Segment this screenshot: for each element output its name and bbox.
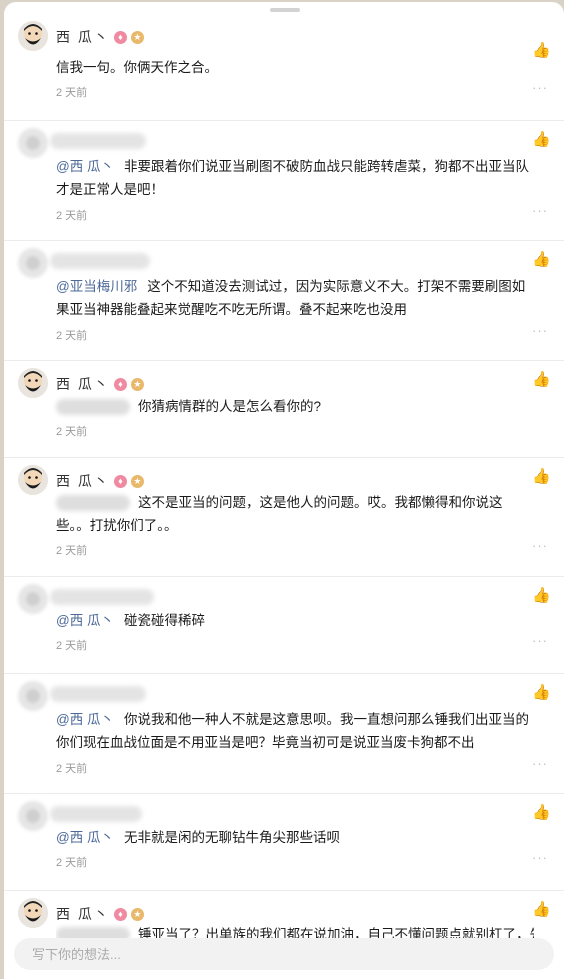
thumbs-up-icon[interactable]: 👍 — [532, 251, 551, 269]
author-name-redacted — [50, 806, 142, 822]
avatar-art-icon — [18, 368, 48, 398]
level-badge-icon: ♦ — [113, 474, 127, 488]
comment-item: 👍 @西 瓜丶 无非就是闲的无聊钻牛角尖那些话呗 2 天前 ··· — [4, 794, 564, 891]
more-dots-icon[interactable]: ··· — [532, 203, 548, 218]
author-name-redacted — [50, 589, 154, 605]
author-row: 西 瓜丶 ♦ ★ — [56, 27, 144, 47]
author-name[interactable]: 西 瓜丶 — [56, 374, 110, 394]
author-name-redacted — [50, 133, 146, 149]
comment-item: 👍 @西 瓜丶 非要跟着你们说亚当刷图不破防血战只能跨转虐菜，狗都不出亚当队才是正… — [4, 121, 564, 241]
more-dots-icon[interactable]: ··· — [532, 633, 548, 648]
more-dots-icon[interactable]: ··· — [532, 756, 548, 771]
mention-redacted — [56, 495, 130, 512]
thumbs-up-icon[interactable]: 👍 — [532, 42, 551, 60]
comment-time: 2 天前 — [56, 330, 88, 342]
comment-item: 👍 @亚当梅川邪 这个不知道没去测试过，因为实际意义不大。打架不需要刷图如果亚当神… — [4, 241, 564, 361]
comment-time: 2 天前 — [56, 640, 88, 652]
level-badge-icon: ♦ — [113, 907, 127, 921]
avatar-art-icon — [18, 465, 48, 495]
more-dots-icon[interactable]: ··· — [532, 538, 548, 553]
avatar[interactable] — [18, 584, 48, 614]
comment-body: 无非就是闲的无聊钻牛角尖那些话呗 — [123, 830, 340, 845]
comment-text: 这不是亚当的问题，这是他人的问题。哎。我都懒得和你说这些。。打扰你们了。。 — [56, 491, 534, 537]
avatar[interactable] — [18, 128, 48, 158]
avatar[interactable] — [18, 801, 48, 831]
comment-item: 👍 @西 瓜丶 你说我和他一种人不就是这意思呗。我一直想问那么锤我们出亚当的你们现… — [4, 674, 564, 794]
comment-time: 2 天前 — [56, 87, 88, 99]
mention-redacted — [56, 399, 130, 416]
level-badge-icon: ♦ — [113, 30, 127, 44]
comment-composer[interactable] — [14, 938, 554, 970]
medal-badge-icon: ★ — [130, 907, 144, 921]
author-row: 西 瓜丶 ♦ ★ — [56, 374, 144, 394]
comment-text: @西 瓜丶 碰瓷碰得稀碎 — [56, 609, 534, 632]
avatar[interactable] — [18, 465, 48, 495]
comment-item: 👍 @西 瓜丶 碰瓷碰得稀碎 2 天前 ··· — [4, 577, 564, 674]
avatar[interactable] — [18, 248, 48, 278]
thumbs-up-icon[interactable]: 👍 — [532, 901, 551, 919]
author-row: 西 瓜丶 ♦ ★ — [56, 471, 144, 491]
medal-badge-icon: ★ — [130, 474, 144, 488]
comment-list: 西 瓜丶 ♦ ★ 👍 信我一句。你俩天作之合。 2 天前 ··· 👍 @西 瓜丶… — [4, 14, 564, 971]
author-name[interactable]: 西 瓜丶 — [56, 904, 110, 924]
comment-text: @西 瓜丶 你说我和他一种人不就是这意思呗。我一直想问那么锤我们出亚当的你们现在血… — [56, 708, 534, 754]
comment-text: @西 瓜丶 非要跟着你们说亚当刷图不破防血战只能跨转虐菜，狗都不出亚当队才是正常人… — [56, 155, 534, 201]
comment-time: 2 天前 — [56, 857, 88, 869]
comment-item: 西 瓜丶 ♦ ★ 👍 这不是亚当的问题，这是他人的问题。哎。我都懒得和你说这些。… — [4, 458, 564, 577]
thumbs-up-icon[interactable]: 👍 — [532, 684, 551, 702]
thumbs-up-icon[interactable]: 👍 — [532, 371, 551, 389]
author-name-redacted — [50, 686, 146, 702]
medal-badge-icon: ★ — [130, 30, 144, 44]
comment-item: 西 瓜丶 ♦ ★ 👍 信我一句。你俩天作之合。 2 天前 ··· — [4, 14, 564, 121]
comment-time: 2 天前 — [56, 545, 88, 557]
medal-badge-icon: ★ — [130, 377, 144, 391]
avatar-art-icon — [18, 21, 48, 51]
comment-time: 2 天前 — [56, 426, 88, 438]
avatar[interactable] — [18, 368, 48, 398]
author-name[interactable]: 西 瓜丶 — [56, 471, 110, 491]
comment-time: 2 天前 — [56, 210, 88, 222]
comment-body: 非要跟着你们说亚当刷图不破防血战只能跨转虐菜，狗都不出亚当队才是正常人是吧！ — [56, 159, 529, 197]
comment-text: 你猜病情群的人是怎么看你的? — [56, 395, 534, 418]
avatar[interactable] — [18, 898, 48, 928]
more-dots-icon[interactable]: ··· — [532, 323, 548, 338]
thumbs-up-icon[interactable]: 👍 — [532, 804, 551, 822]
mention-link[interactable]: @西 瓜丶 — [56, 613, 114, 628]
comment-text: 信我一句。你俩天作之合。 — [56, 56, 534, 79]
comment-text: @西 瓜丶 无非就是闲的无聊钻牛角尖那些话呗 — [56, 826, 534, 849]
mention-link[interactable]: @西 瓜丶 — [56, 159, 114, 174]
level-badge-icon: ♦ — [113, 377, 127, 391]
avatar[interactable] — [18, 681, 48, 711]
mention-link[interactable]: @西 瓜丶 — [56, 712, 114, 727]
comment-time: 2 天前 — [56, 763, 88, 775]
comment-input[interactable] — [14, 938, 550, 970]
author-row: 西 瓜丶 ♦ ★ — [56, 904, 144, 924]
thumbs-up-icon[interactable]: 👍 — [532, 468, 551, 486]
comment-body: 信我一句。你俩天作之合。 — [56, 60, 218, 75]
thumbs-up-icon[interactable]: 👍 — [532, 587, 551, 605]
mention-link[interactable]: @西 瓜丶 — [56, 830, 114, 845]
author-name-redacted — [50, 253, 150, 269]
comment-body: 碰瓷碰得稀碎 — [123, 613, 205, 628]
drag-handle[interactable] — [270, 8, 300, 12]
comment-text: @亚当梅川邪 这个不知道没去测试过，因为实际意义不大。打架不需要刷图如果亚当神器能… — [56, 275, 534, 321]
author-name[interactable]: 西 瓜丶 — [56, 27, 110, 47]
avatar[interactable] — [18, 21, 48, 51]
avatar-art-icon — [18, 898, 48, 928]
comment-item: 西 瓜丶 ♦ ★ 👍 你猜病情群的人是怎么看你的? 2 天前 — [4, 361, 564, 458]
thumbs-up-icon[interactable]: 👍 — [532, 131, 551, 149]
comment-body: 你说我和他一种人不就是这意思呗。我一直想问那么锤我们出亚当的你们现在血战位面是不… — [56, 712, 529, 750]
comment-sheet: 西 瓜丶 ♦ ★ 👍 信我一句。你俩天作之合。 2 天前 ··· 👍 @西 瓜丶… — [4, 2, 564, 979]
more-dots-icon[interactable]: ··· — [532, 80, 548, 95]
mention-link[interactable]: @亚当梅川邪 — [56, 279, 137, 294]
more-dots-icon[interactable]: ··· — [532, 850, 548, 865]
comment-body: 你猜病情群的人是怎么看你的? — [138, 399, 322, 414]
